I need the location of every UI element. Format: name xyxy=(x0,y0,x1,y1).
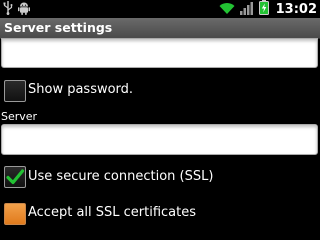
android-icon xyxy=(18,0,30,19)
status-time: 13:02 xyxy=(275,1,317,17)
check-icon xyxy=(6,169,25,185)
status-left xyxy=(3,0,30,19)
server-input[interactable] xyxy=(1,124,318,155)
page-title: Server settings xyxy=(4,20,113,35)
show-password-row[interactable]: Show password. xyxy=(0,77,320,107)
show-password-label: Show password. xyxy=(28,82,134,97)
ssl-checkbox[interactable] xyxy=(4,166,26,188)
title-bar: Server settings xyxy=(0,18,320,39)
show-password-checkbox[interactable] xyxy=(4,80,26,102)
status-bar: 13:02 xyxy=(0,0,320,18)
status-right: 13:02 xyxy=(219,0,317,19)
accept-ssl-checkbox[interactable] xyxy=(4,203,26,225)
server-label: Server xyxy=(1,110,38,123)
usb-icon xyxy=(3,0,13,19)
ssl-row[interactable]: Use secure connection (SSL) xyxy=(0,162,320,192)
battery-icon xyxy=(258,0,269,19)
signal-icon xyxy=(239,0,254,19)
accept-ssl-label: Accept all SSL certificates xyxy=(28,205,197,220)
top-text-field[interactable] xyxy=(1,38,318,68)
wifi-icon xyxy=(219,0,235,19)
accept-ssl-row[interactable]: Accept all SSL certificates xyxy=(0,198,320,228)
ssl-label: Use secure connection (SSL) xyxy=(28,169,214,184)
